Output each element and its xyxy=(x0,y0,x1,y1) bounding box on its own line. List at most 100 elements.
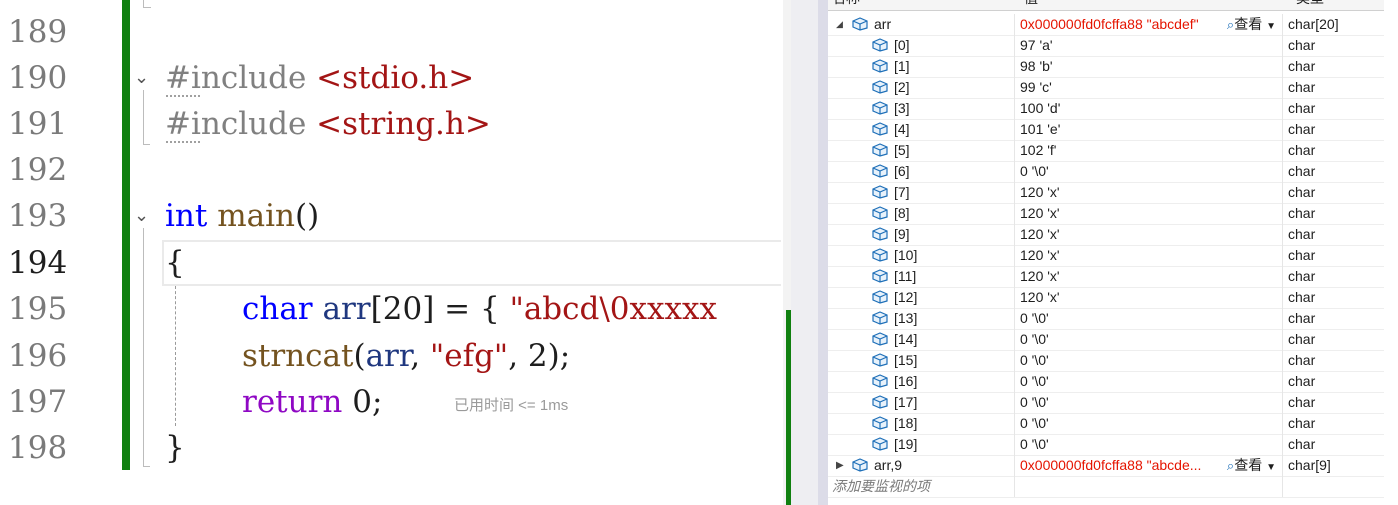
watch-row-element[interactable]: [1] 98 'b' char xyxy=(828,56,1384,78)
header-name[interactable]: 名称 xyxy=(832,0,860,8)
watch-row-element[interactable]: [4] 101 'e' char xyxy=(828,119,1384,141)
code-line-198: } xyxy=(165,425,185,471)
watch-row-element[interactable]: [11] 120 'x' char xyxy=(828,266,1384,288)
watch-type: char xyxy=(1282,56,1384,77)
watch-row-element[interactable]: [5] 102 'f' char xyxy=(828,140,1384,162)
watch-value: 102 'f' xyxy=(1020,142,1057,158)
include-header: <stdio.h> xyxy=(316,60,475,96)
include-header: <string.h> xyxy=(316,106,491,142)
squiggle-hint xyxy=(166,93,200,97)
number: 20 xyxy=(382,291,423,327)
variable-cube-icon xyxy=(872,353,888,367)
watch-name: [15] xyxy=(894,352,918,368)
header-value[interactable]: 值 xyxy=(1024,0,1038,8)
code-editor[interactable]: 189 190 191 192 193 194 195 196 197 198 … xyxy=(0,0,783,505)
vertical-scrollbar[interactable] xyxy=(791,0,818,505)
watch-name: [0] xyxy=(894,37,910,53)
view-button[interactable]: ⌕查看 ▼ xyxy=(1227,14,1276,35)
variable-cube-icon xyxy=(872,80,888,94)
watch-left-margin xyxy=(818,0,828,505)
watch-row-element[interactable]: [7] 120 'x' char xyxy=(828,182,1384,204)
watch-value: 0 '\0' xyxy=(1020,331,1049,347)
watch-value: 120 'x' xyxy=(1020,247,1060,263)
watch-row-element[interactable]: [2] 99 'c' char xyxy=(828,77,1384,99)
view-button[interactable]: ⌕查看 ▼ xyxy=(1227,455,1276,476)
watch-row-element[interactable]: [9] 120 'x' char xyxy=(828,224,1384,246)
watch-name: [19] xyxy=(894,436,918,452)
string-literal: "abcd\0xxxxx xyxy=(509,291,717,327)
watch-value: 0 '\0' xyxy=(1020,394,1049,410)
variable-cube-icon xyxy=(872,59,888,73)
current-line-highlight xyxy=(162,240,781,286)
brace: } xyxy=(165,430,185,466)
keyword: char xyxy=(242,291,313,327)
code-line-191: #include <string.h> xyxy=(165,101,491,147)
watch-row-root[interactable]: ◢ arr 0x000000fd0fcffa88 "abcdef" ⌕查看 ▼ … xyxy=(828,14,1384,36)
add-watch-placeholder[interactable]: 添加要监视的项 xyxy=(828,476,1012,497)
code-line-193: int main() xyxy=(165,193,319,239)
preprocessor-directive: #include xyxy=(165,60,307,96)
watch-type: char xyxy=(1282,413,1384,434)
panel-splitter[interactable] xyxy=(783,0,818,505)
watch-row-element[interactable]: [3] 100 'd' char xyxy=(828,98,1384,120)
watch-type: char xyxy=(1282,140,1384,161)
variable-cube-icon xyxy=(872,227,888,241)
watch-type: char xyxy=(1282,329,1384,350)
watch-row-second[interactable]: ▶ arr,9 0x000000fd0fcffa88 "abcde... ⌕查看… xyxy=(828,455,1384,477)
collapsed-triangle-icon[interactable]: ▶ xyxy=(836,455,846,476)
watch-row-element[interactable]: [6] 0 '\0' char xyxy=(828,161,1384,183)
watch-row-element[interactable]: [15] 0 '\0' char xyxy=(828,350,1384,372)
watch-row-element[interactable]: [14] 0 '\0' char xyxy=(828,329,1384,351)
watch-row-element[interactable]: [18] 0 '\0' char xyxy=(828,413,1384,435)
watch-type: char xyxy=(1282,287,1384,308)
view-label: 查看 xyxy=(1234,457,1263,473)
variable-cube-icon xyxy=(872,206,888,220)
watch-type: char xyxy=(1282,245,1384,266)
variable-cube-icon xyxy=(872,332,888,346)
view-label: 查看 xyxy=(1234,16,1263,32)
watch-row-element[interactable]: [0] 97 'a' char xyxy=(828,35,1384,57)
line-number: 190 xyxy=(8,60,68,96)
watch-row-element[interactable]: [19] 0 '\0' char xyxy=(828,434,1384,456)
watch-row-element[interactable]: [8] 120 'x' char xyxy=(828,203,1384,225)
watch-name: [17] xyxy=(894,394,918,410)
watch-value: 0 '\0' xyxy=(1020,373,1049,389)
header-type[interactable]: 类型 xyxy=(1296,0,1324,8)
watch-value: 120 'x' xyxy=(1020,205,1060,221)
watch-value: 101 'e' xyxy=(1020,121,1061,137)
watch-row-element[interactable]: [16] 0 '\0' char xyxy=(828,371,1384,393)
watch-row-element[interactable]: [10] 120 'x' char xyxy=(828,245,1384,267)
watch-row-element[interactable]: [17] 0 '\0' char xyxy=(828,392,1384,414)
function-name: strncat xyxy=(242,338,354,374)
variable-cube-icon xyxy=(852,458,868,472)
code-line-197: return 0; xyxy=(242,379,382,425)
watch-name: [12] xyxy=(894,289,918,305)
add-watch-row[interactable]: 添加要监视的项 xyxy=(828,476,1384,498)
punctuation: , xyxy=(410,338,430,374)
variable-cube-icon xyxy=(872,185,888,199)
chevron-down-icon[interactable]: ⌄ xyxy=(134,69,150,87)
watch-name: [10] xyxy=(894,247,918,263)
watch-name: arr,9 xyxy=(874,457,903,473)
punctuation: ( xyxy=(353,338,366,374)
watch-value: 0 '\0' xyxy=(1020,436,1049,452)
perf-tip: 已用时间 <= 1ms xyxy=(454,397,569,414)
expanded-triangle-icon[interactable]: ◢ xyxy=(836,14,846,35)
variable-cube-icon xyxy=(872,395,888,409)
watch-name: [6] xyxy=(894,163,910,179)
fold-guide xyxy=(143,90,150,145)
watch-type: char xyxy=(1282,224,1384,245)
dropdown-arrow-icon: ▼ xyxy=(1266,462,1276,473)
watch-type: char xyxy=(1282,350,1384,371)
chevron-down-icon[interactable]: ⌄ xyxy=(134,207,150,225)
watch-window[interactable]: 名称 值 类型 ◢ arr 0x000000fd0fcffa88 "abcdef… xyxy=(818,0,1398,505)
indent-guide xyxy=(175,286,176,426)
watch-type: char xyxy=(1282,182,1384,203)
watch-row-element[interactable]: [12] 120 'x' char xyxy=(828,287,1384,309)
variable-cube-icon xyxy=(852,17,868,31)
watch-type: char xyxy=(1282,371,1384,392)
watch-type: char[20] xyxy=(1282,14,1384,35)
watch-row-element[interactable]: [13] 0 '\0' char xyxy=(828,308,1384,330)
watch-value: 0 '\0' xyxy=(1020,310,1049,326)
variable-cube-icon xyxy=(872,101,888,115)
